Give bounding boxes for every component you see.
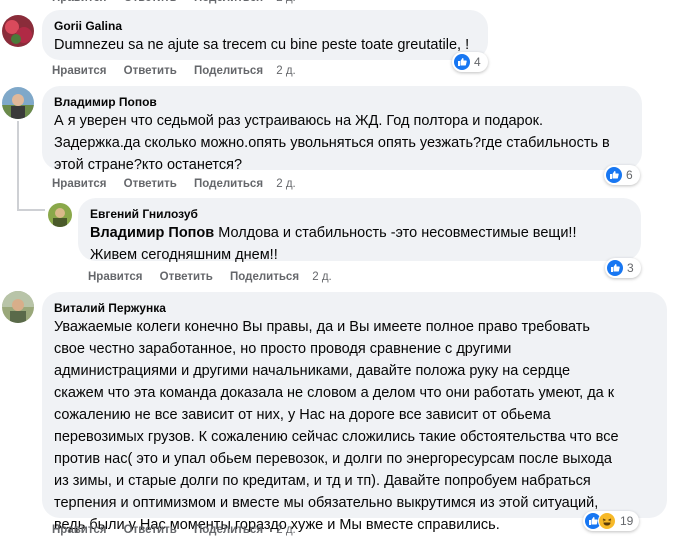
reply-actions: Нравится Ответить Поделиться 2 д. xyxy=(88,269,346,285)
comment-bubble: Gorii Galina Dumnezeu sa ne ajute sa tre… xyxy=(42,10,488,60)
thread-connector xyxy=(17,209,45,211)
share-link[interactable]: Поделиться xyxy=(194,178,263,190)
reaction-count: 4 xyxy=(474,55,481,69)
comment-bubble: Виталий Пержунка Уважаемые колеги конечн… xyxy=(42,292,667,533)
share-link[interactable]: Поделиться xyxy=(230,271,299,283)
reaction-count: 6 xyxy=(626,168,633,182)
haha-reaction-icon xyxy=(598,512,616,530)
comment-text: А я уверен что седьмой раз устраиваюсь н… xyxy=(54,113,610,173)
reaction-summary[interactable]: 19 xyxy=(583,511,639,531)
like-link[interactable]: Нравится xyxy=(52,0,106,4)
like-reaction-icon xyxy=(607,260,623,276)
like-link[interactable]: Нравится xyxy=(52,178,106,190)
reply-link[interactable]: Ответить xyxy=(124,524,177,536)
share-link[interactable]: Поделиться xyxy=(194,0,263,4)
reaction-count: 3 xyxy=(627,261,634,275)
like-link[interactable]: Нравится xyxy=(52,524,106,536)
share-link[interactable]: Поделиться xyxy=(194,65,263,77)
comment-author[interactable]: Виталий Пержунка xyxy=(54,300,655,316)
comment-text: Уважаемые колеги конечно Вы правы, да и … xyxy=(54,319,619,533)
avatar[interactable] xyxy=(2,87,34,119)
comment-author[interactable]: Gorii Galina xyxy=(54,18,476,34)
reaction-count: 19 xyxy=(620,514,634,528)
avatar-image xyxy=(2,291,34,323)
like-link[interactable]: Нравится xyxy=(88,271,142,283)
timestamp[interactable]: 2 д. xyxy=(276,0,296,4)
avatar[interactable] xyxy=(2,15,34,47)
comment-actions: Нравится Ответить Поделиться 2 д. xyxy=(52,176,310,192)
reaction-summary[interactable]: 4 xyxy=(452,52,488,72)
reaction-summary[interactable]: 6 xyxy=(604,165,640,185)
timestamp[interactable]: 2 д. xyxy=(276,178,296,190)
comment-bubble: Владимир Попов А я уверен что седьмой ра… xyxy=(42,86,642,173)
comment-actions: Нравится Ответить Поделиться 2 д. xyxy=(52,63,310,79)
like-link[interactable]: Нравится xyxy=(52,65,106,77)
comment-text: Dumnezeu sa ne ajute sa trecem cu bine p… xyxy=(54,37,470,53)
avatar[interactable] xyxy=(2,291,34,323)
mention-link[interactable]: Владимир Попов xyxy=(90,225,214,241)
reply-link[interactable]: Ответить xyxy=(124,0,177,4)
prev-comment-actions: Нравится Ответить Поделиться 2 д. xyxy=(52,0,310,6)
reply-link[interactable]: Ответить xyxy=(124,178,177,190)
like-reaction-icon xyxy=(606,167,622,183)
comment-actions: Нравится Ответить Поделиться 2 д. xyxy=(52,522,310,538)
avatar-image xyxy=(5,20,32,44)
timestamp[interactable]: 2 д. xyxy=(276,524,296,536)
timestamp[interactable]: 2 д. xyxy=(312,271,332,283)
reply-link[interactable]: Ответить xyxy=(160,271,213,283)
avatar-image xyxy=(53,208,67,227)
reaction-summary[interactable]: 3 xyxy=(605,258,641,278)
reply-link[interactable]: Ответить xyxy=(124,65,177,77)
share-link[interactable]: Поделиться xyxy=(194,524,263,536)
reply-bubble: Евгений Гнилозуб Владимир Попов Молдова … xyxy=(78,198,641,263)
comment-text: Владимир Попов Молдова и стабильность -э… xyxy=(90,222,629,266)
avatar[interactable] xyxy=(48,203,72,227)
comment-author[interactable]: Владимир Попов xyxy=(54,94,630,110)
comment-author[interactable]: Евгений Гнилозуб xyxy=(90,206,629,222)
avatar-image xyxy=(2,94,34,119)
thread-connector xyxy=(17,121,19,211)
like-reaction-icon xyxy=(454,54,470,70)
timestamp[interactable]: 2 д. xyxy=(276,65,296,77)
